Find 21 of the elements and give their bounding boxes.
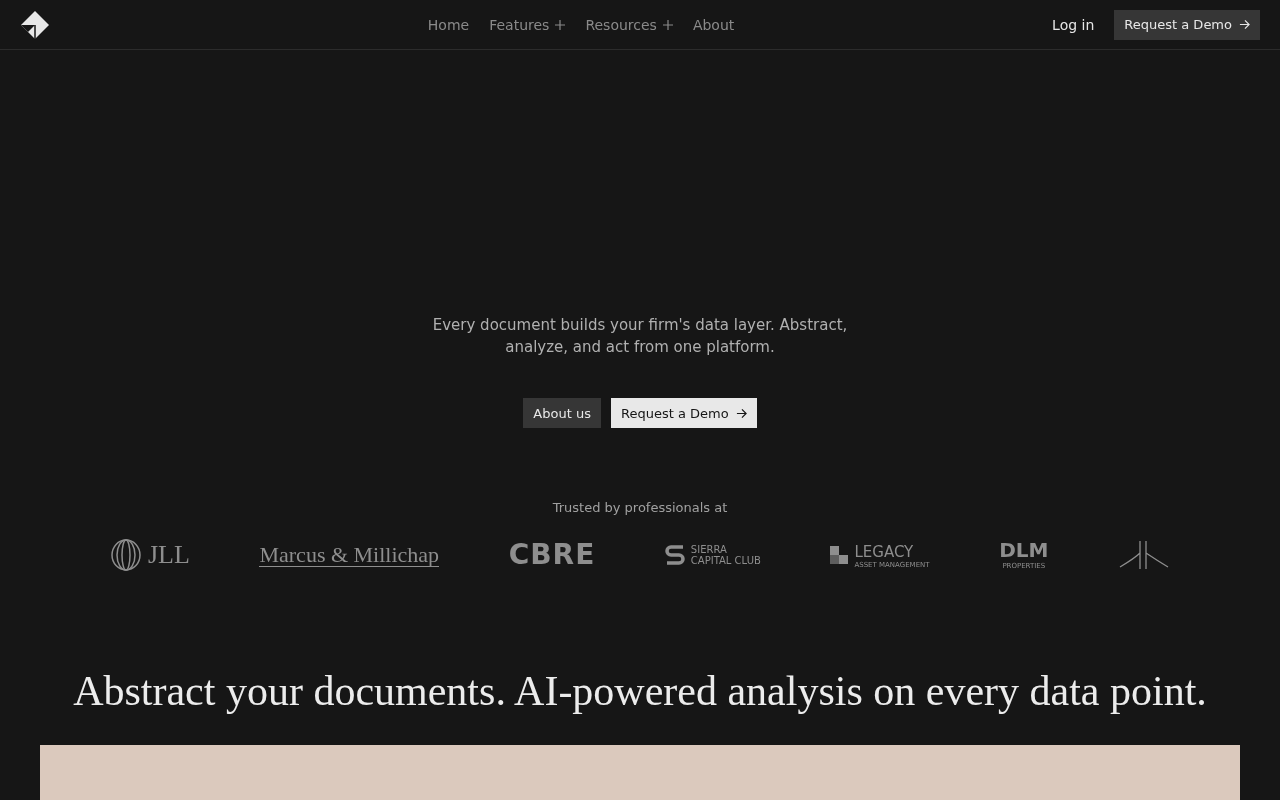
arrow-right-icon <box>735 407 747 419</box>
logo: Marcus & Millichap <box>259 543 440 567</box>
nav-link[interactable]: Home <box>427 16 470 33</box>
nav-link[interactable]: About <box>692 16 735 33</box>
request-demo-button[interactable]: Request a Demo <box>1114 9 1260 40</box>
about-us-button[interactable]: About us <box>523 398 601 428</box>
plus-icon <box>662 19 673 30</box>
logo: SIERRA CAPITAL CLUB <box>664 543 761 567</box>
login-link[interactable]: Log in <box>1052 16 1095 33</box>
logo: JLL <box>110 539 190 571</box>
nav-link[interactable]: Features <box>489 16 566 33</box>
request-demo-button[interactable]: Request a Demo <box>610 398 757 428</box>
logo-icon[interactable] <box>20 9 50 40</box>
trusted-caption: Trusted by professionals at <box>552 500 728 515</box>
section-heading: Abstract your documents. AI-powered analysis on every data point. <box>73 667 1207 715</box>
logo: CBRE <box>508 541 596 569</box>
arrow-right-icon <box>1239 19 1250 30</box>
hero-tagline: Every document builds your firm's data layer. Abstract, analyze, and act from one platform. <box>431 315 849 358</box>
plus-icon <box>555 19 566 30</box>
logo-mark-icon <box>1118 539 1170 571</box>
nav-link[interactable]: Resources <box>585 16 673 33</box>
